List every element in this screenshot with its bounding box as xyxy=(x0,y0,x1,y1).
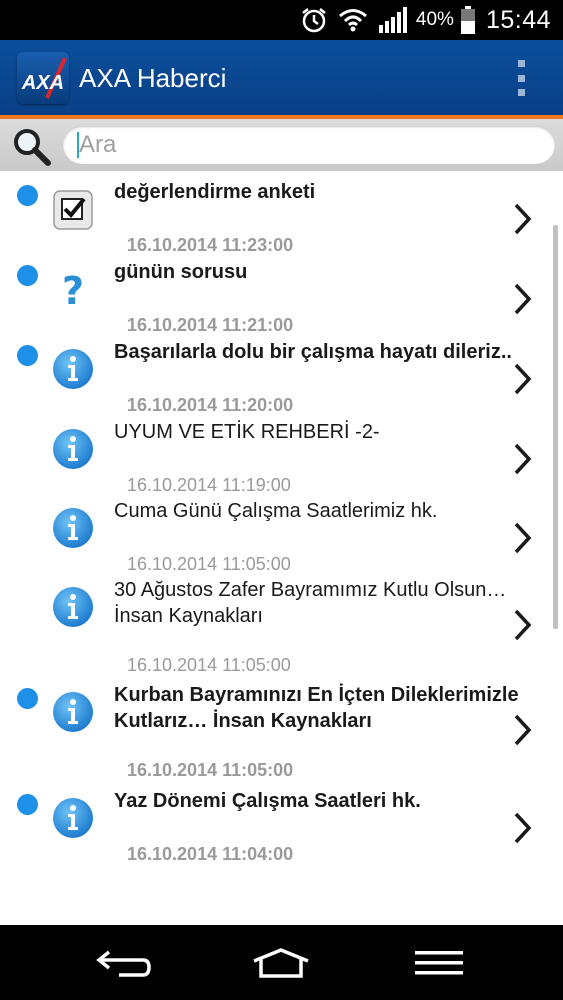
alarm-icon xyxy=(300,6,328,34)
list-item[interactable]: Cuma Günü Çalışma Saatlerimiz hk. 16.10.2… xyxy=(0,498,550,576)
search-input[interactable] xyxy=(79,130,539,160)
unread-indicator xyxy=(17,345,38,366)
info-icon xyxy=(51,347,95,391)
message-title: Kurban Bayramınızı En İçten Dileklerimiz… xyxy=(114,684,519,732)
message-title: Cuma Günü Çalışma Saatlerimiz hk. xyxy=(114,500,438,522)
list-item[interactable]: ? günün sorusu 16.10.2014 11:21:00 xyxy=(0,259,550,337)
list-item[interactable]: Başarılarla dolu bir çalışma hayatı dile… xyxy=(0,339,550,417)
battery-icon xyxy=(460,6,476,34)
clock: 15:44 xyxy=(485,5,551,34)
message-title: Yaz Dönemi Çalışma Saatleri hk. xyxy=(114,790,421,812)
search-icon[interactable] xyxy=(10,125,54,169)
list-item[interactable]: Kurban Bayramınızı En İçten Dileklerimiz… xyxy=(0,682,550,782)
navigation-bar xyxy=(0,925,563,1000)
chevron-right-icon[interactable] xyxy=(512,521,534,555)
menu-icon[interactable] xyxy=(409,943,469,983)
svg-text:AXA: AXA xyxy=(21,72,64,94)
message-title: UYUM VE ETİK REHBERİ -2- xyxy=(114,421,380,443)
app-bar: AXA AXA Haberci xyxy=(0,40,563,116)
message-list[interactable]: değerlendirme anketi 16.10.2014 11:23:00?… xyxy=(0,171,563,925)
overflow-menu-icon[interactable] xyxy=(513,60,529,96)
chevron-right-icon[interactable] xyxy=(512,608,534,642)
info-icon xyxy=(51,690,95,734)
info-icon xyxy=(51,585,95,629)
list-item[interactable]: değerlendirme anketi 16.10.2014 11:23:00 xyxy=(0,179,550,257)
chevron-right-icon[interactable] xyxy=(512,442,534,476)
search-bar xyxy=(0,119,563,171)
unread-indicator xyxy=(17,185,38,206)
unread-indicator xyxy=(17,794,38,815)
signal-icon xyxy=(378,7,408,33)
search-field[interactable] xyxy=(63,126,555,164)
survey-checkbox-icon xyxy=(51,187,95,231)
message-date: 16.10.2014 11:04:00 xyxy=(127,844,294,864)
message-title: 30 Ağustos Zafer Bayramımız Kutlu Olsun…… xyxy=(114,579,507,627)
chevron-right-icon[interactable] xyxy=(512,282,534,316)
chevron-right-icon[interactable] xyxy=(512,811,534,845)
status-bar: 40% 15:44 xyxy=(0,0,563,40)
message-date: 16.10.2014 11:05:00 xyxy=(127,554,291,574)
unread-indicator xyxy=(17,688,38,709)
list-item[interactable]: Yaz Dönemi Çalışma Saatleri hk. 16.10.201… xyxy=(0,788,550,866)
message-date: 16.10.2014 11:23:00 xyxy=(127,235,294,255)
wifi-icon xyxy=(338,8,368,32)
axa-logo[interactable]: AXA xyxy=(17,52,69,104)
chevron-right-icon[interactable] xyxy=(512,362,534,396)
message-title: günün sorusu xyxy=(114,261,248,283)
list-item[interactable]: 30 Ağustos Zafer Bayramımız Kutlu Olsun…… xyxy=(0,577,550,677)
battery-percent: 40% xyxy=(415,9,454,30)
message-date: 16.10.2014 11:20:00 xyxy=(127,395,294,415)
message-date: 16.10.2014 11:05:00 xyxy=(127,655,291,675)
app-title: AXA Haberci xyxy=(79,62,227,93)
home-icon[interactable] xyxy=(251,943,311,983)
back-icon[interactable] xyxy=(94,943,154,983)
info-icon xyxy=(51,796,95,840)
message-title: değerlendirme anketi xyxy=(114,181,316,203)
message-date: 16.10.2014 11:21:00 xyxy=(127,315,294,335)
message-date: 16.10.2014 11:05:00 xyxy=(127,760,294,780)
chevron-right-icon[interactable] xyxy=(512,202,534,236)
info-icon xyxy=(51,506,95,550)
question-icon: ? xyxy=(51,267,95,313)
info-icon xyxy=(51,427,95,471)
svg-text:?: ? xyxy=(62,269,84,311)
chevron-right-icon[interactable] xyxy=(512,713,534,747)
scrollbar[interactable] xyxy=(553,225,558,629)
unread-indicator xyxy=(17,265,38,286)
message-title: Başarılarla dolu bir çalışma hayatı dile… xyxy=(114,341,512,363)
list-item[interactable]: UYUM VE ETİK REHBERİ -2- 16.10.2014 11:19… xyxy=(0,419,550,497)
message-date: 16.10.2014 11:19:00 xyxy=(127,475,291,495)
